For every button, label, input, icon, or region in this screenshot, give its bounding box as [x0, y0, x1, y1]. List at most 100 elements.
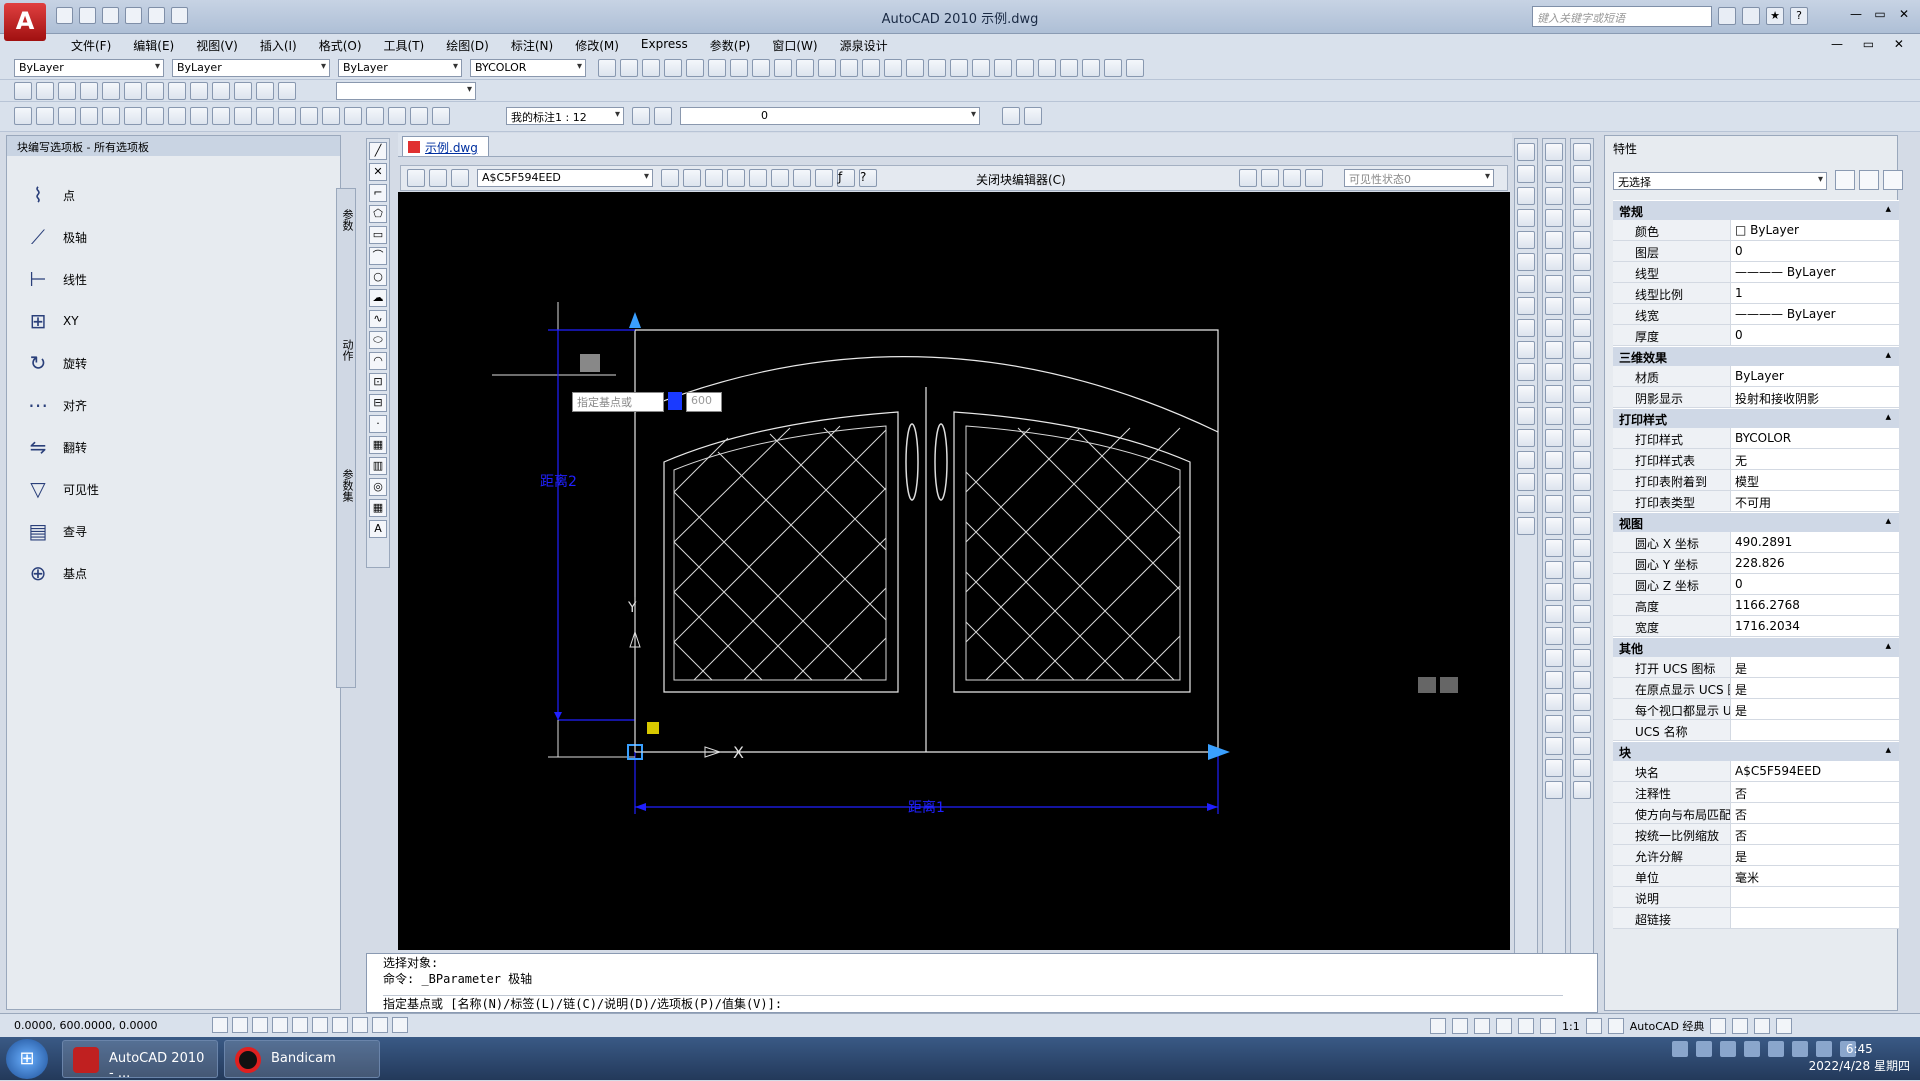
property-row[interactable]: 线宽 ———— ByLayer: [1613, 304, 1899, 325]
dim-angular-icon[interactable]: [168, 107, 186, 125]
palette-item-flip[interactable]: ⇋ 翻转: [23, 426, 99, 468]
point-icon[interactable]: ·: [369, 415, 387, 433]
strip3-a-icon[interactable]: [1573, 143, 1591, 161]
property-value[interactable]: 毫米: [1731, 866, 1899, 886]
hatch-icon[interactable]: ▦: [369, 436, 387, 454]
property-value[interactable]: 是: [1731, 845, 1899, 865]
block-editor-icon[interactable]: [840, 59, 858, 77]
dim-text-edit-icon[interactable]: [410, 107, 428, 125]
property-row[interactable]: 使方向与布局匹配否: [1613, 803, 1899, 824]
tab-parameter-sets[interactable]: 参数集: [339, 469, 355, 502]
visibility-state-combo[interactable]: 可见性状态0: [1344, 169, 1494, 187]
menu-view[interactable]: 视图(V): [185, 37, 249, 54]
hardware-accel-icon[interactable]: [1732, 1018, 1749, 1034]
property-row[interactable]: 图层 0: [1613, 241, 1899, 262]
strip3-k-icon[interactable]: [1573, 363, 1591, 381]
menu-format[interactable]: 格式(O): [308, 37, 373, 54]
osnap-toggle-icon[interactable]: [292, 1017, 308, 1033]
tool-u-icon[interactable]: [1545, 583, 1563, 601]
property-value[interactable]: □ ByLayer: [1731, 220, 1899, 240]
property-value[interactable]: 0: [1731, 574, 1899, 594]
orbit-icon[interactable]: [278, 82, 296, 100]
property-row[interactable]: 宽度 1716.2034: [1613, 616, 1899, 637]
document-window-controls[interactable]: — ▭ ✕: [1831, 37, 1912, 51]
publish-icon[interactable]: [708, 59, 726, 77]
property-row[interactable]: 打开 UCS 图标是: [1613, 657, 1899, 678]
strip3-o-icon[interactable]: [1573, 451, 1591, 469]
dynamic-value-field[interactable]: 600: [686, 392, 722, 412]
strip3-p-icon[interactable]: [1573, 473, 1591, 491]
strip3-r-icon[interactable]: [1573, 517, 1591, 535]
tool-c-icon[interactable]: [1545, 187, 1563, 205]
tab-actions[interactable]: 动作: [339, 339, 355, 361]
menu-draw[interactable]: 绘图(D): [435, 37, 500, 54]
dimstyle-combo[interactable]: 我的标注1 : 12: [506, 107, 624, 125]
property-value[interactable]: 是: [1731, 678, 1899, 698]
inspect-icon[interactable]: [344, 107, 362, 125]
property-row[interactable]: 线型比例 1: [1613, 283, 1899, 304]
tool-ad-icon[interactable]: [1545, 781, 1563, 799]
cut-icon[interactable]: [752, 59, 770, 77]
tool-v-icon[interactable]: [1545, 605, 1563, 623]
strip3-u-icon[interactable]: [1573, 583, 1591, 601]
strip3-d-icon[interactable]: [1573, 209, 1591, 227]
property-row[interactable]: 高度 1166.2768: [1613, 595, 1899, 616]
drawing-canvas[interactable]: 距离2 距离1 Y X 指定基点或 600: [398, 192, 1510, 950]
visibility-states-icon[interactable]: [1305, 169, 1323, 187]
design-center-icon[interactable]: [1016, 59, 1034, 77]
clean-screen-icon[interactable]: [1776, 1018, 1793, 1034]
tool-d-icon[interactable]: [1545, 209, 1563, 227]
strip3-m-icon[interactable]: [1573, 407, 1591, 425]
strip3-c-icon[interactable]: [1573, 187, 1591, 205]
arc-icon[interactable]: ⌒: [369, 247, 387, 265]
test-block-icon[interactable]: [661, 169, 679, 187]
center-mark-icon[interactable]: [322, 107, 340, 125]
gradient-icon[interactable]: ▥: [369, 457, 387, 475]
property-value[interactable]: 0: [1731, 241, 1899, 261]
extend-icon[interactable]: [1517, 363, 1535, 381]
grid-toggle-icon[interactable]: [232, 1017, 248, 1033]
copy-obj-icon[interactable]: [1517, 165, 1535, 183]
subtract-icon[interactable]: [190, 82, 208, 100]
property-row[interactable]: 注释性否: [1613, 782, 1899, 803]
close-button[interactable]: ✕: [1894, 6, 1914, 22]
draworder-icon[interactable]: [1517, 495, 1535, 513]
property-row[interactable]: 圆心 Z 坐标 0: [1613, 574, 1899, 595]
constraint-bar-icon[interactable]: [727, 169, 745, 187]
strip3-v-icon[interactable]: [1573, 605, 1591, 623]
attribute-icon[interactable]: [815, 169, 833, 187]
tool-ac-icon[interactable]: [1545, 759, 1563, 777]
model-icon[interactable]: [1430, 1018, 1446, 1034]
open-file-icon[interactable]: [620, 59, 638, 77]
dim-break-icon[interactable]: [278, 107, 296, 125]
property-value[interactable]: ByLayer: [1731, 366, 1899, 386]
preview-icon[interactable]: [686, 59, 704, 77]
lwt-toggle-icon[interactable]: [372, 1017, 388, 1033]
property-section-header[interactable]: 其他: [1613, 637, 1899, 657]
strip3-n-icon[interactable]: [1573, 429, 1591, 447]
tray-app-icon[interactable]: [1720, 1041, 1736, 1057]
make-block-icon[interactable]: ⊟: [369, 394, 387, 412]
property-row[interactable]: 阴影显示 投射和接收阴影: [1613, 387, 1899, 408]
edit-block-icon[interactable]: [407, 169, 425, 187]
annotation-visibility-icon[interactable]: [1585, 1018, 1602, 1034]
region-icon[interactable]: ◎: [369, 478, 387, 496]
strip3-f-icon[interactable]: [1573, 253, 1591, 271]
dim-edit-icon[interactable]: [388, 107, 406, 125]
menu-dimension[interactable]: 标注(N): [500, 37, 564, 54]
strip3-j-icon[interactable]: [1573, 341, 1591, 359]
dim-radius-icon[interactable]: [102, 107, 120, 125]
block-help-icon[interactable]: ?: [859, 169, 877, 187]
dim-baseline-icon[interactable]: [212, 107, 230, 125]
explode-icon[interactable]: [1517, 473, 1535, 491]
make-current-layer-icon[interactable]: [1002, 107, 1020, 125]
auto-scale-icon[interactable]: [1607, 1018, 1624, 1034]
strip3-x-icon[interactable]: [1573, 649, 1591, 667]
binoculars-icon[interactable]: [1718, 7, 1736, 25]
menu-modify[interactable]: 修改(M): [564, 37, 630, 54]
dimstyle-manager-icon[interactable]: [632, 107, 650, 125]
plotstyle-combo[interactable]: BYCOLOR: [470, 59, 586, 77]
jogged-linear-icon[interactable]: [366, 107, 384, 125]
block-name-field[interactable]: A$C5F594EED: [477, 169, 653, 187]
menu-edit[interactable]: 编辑(E): [122, 37, 185, 54]
